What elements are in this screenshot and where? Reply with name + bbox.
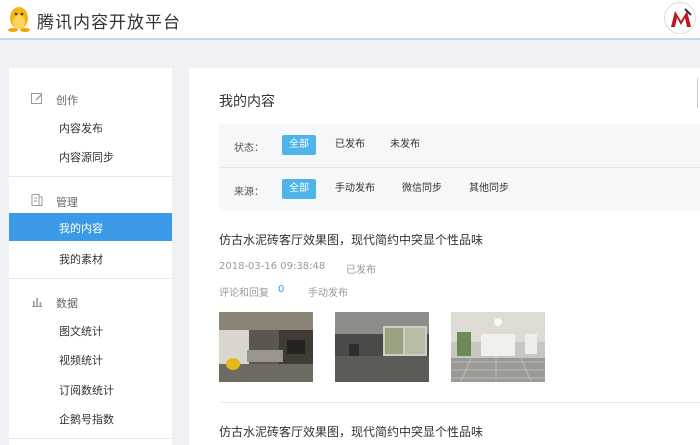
- sidebar-item-label: 订阅数统计: [59, 384, 114, 397]
- sidebar-item-content-sync[interactable]: 内容源同步: [9, 142, 172, 170]
- sidebar-item-label: 图文统计: [59, 325, 103, 338]
- bathroom-image: [451, 312, 545, 382]
- document-icon: [31, 194, 43, 206]
- sidebar-group-title: 创作: [56, 94, 78, 107]
- status-filter-label: 状态：: [234, 143, 264, 154]
- sidebar-item-my-materials[interactable]: 我的素材: [9, 244, 172, 272]
- source-filter-other[interactable]: 其他同步: [462, 179, 516, 199]
- sidebar-item-my-content[interactable]: 我的内容: [9, 213, 172, 241]
- sidebar-divider: [9, 278, 172, 279]
- top-header: 腾讯内容开放平台: [0, 0, 700, 40]
- living-room-image: [219, 312, 313, 382]
- sidebar-item-label: 内容发布: [59, 122, 103, 135]
- article-divider: [219, 402, 700, 403]
- filter-panel: 状态： 全部 已发布 未发布 来源： 全部 手动发布 微信同步 其他同步: [219, 124, 700, 211]
- source-filter-manual[interactable]: 手动发布: [328, 179, 382, 199]
- sidebar-group-title: 数据: [56, 297, 78, 310]
- article-time: 2018-03-16 09:38:48: [219, 261, 326, 272]
- article-title[interactable]: 仿古水泥砖客厅效果图，现代简约中突显个性品味: [219, 423, 483, 440]
- sidebar-item-label: 我的素材: [59, 253, 103, 266]
- source-filter-wechat[interactable]: 微信同步: [395, 179, 449, 199]
- penguin-logo-icon[interactable]: [8, 6, 30, 32]
- article-title[interactable]: 仿古水泥砖客厅效果图，现代简约中突显个性品味: [219, 231, 483, 248]
- sidebar-item-label: 我的内容: [59, 222, 103, 235]
- user-avatar[interactable]: [664, 2, 696, 34]
- status-filter-published[interactable]: 已发布: [328, 135, 372, 155]
- sidebar-group-create: 创作: [9, 88, 172, 108]
- sidebar-divider: [9, 438, 172, 439]
- article-thumbnail[interactable]: [335, 312, 429, 382]
- sidebar-divider: [9, 176, 172, 177]
- source-filter-label: 来源：: [234, 187, 264, 198]
- comments-count[interactable]: 0: [278, 284, 284, 295]
- sidebar-item-penguin-index[interactable]: 企鹅号指数: [9, 404, 172, 432]
- article-source: 手动发布: [308, 288, 348, 299]
- sidebar-item-label: 视频统计: [59, 354, 103, 367]
- sidebar-item-subscriber-stats[interactable]: 订阅数统计: [9, 375, 172, 403]
- sidebar: 创作 内容发布 内容源同步 管理 我的内容 我的素材 数据 图文统计 视频统计 …: [9, 68, 172, 445]
- article-item: 仿古水泥砖客厅效果图，现代简约中突显个性品味 2018-03-16 09:38:…: [219, 231, 700, 391]
- sidebar-item-label: 企鹅号指数: [59, 413, 114, 426]
- article-item: 仿古水泥砖客厅效果图，现代简约中突显个性品味: [219, 423, 700, 445]
- source-filter-row: 来源： 全部 手动发布 微信同步 其他同步: [219, 168, 700, 211]
- source-filter-all[interactable]: 全部: [282, 179, 316, 199]
- brand-title[interactable]: 腾讯内容开放平台: [37, 8, 181, 33]
- article-status: 已发布: [346, 265, 376, 276]
- status-filter-row: 状态： 全部 已发布 未发布: [219, 124, 700, 167]
- empty-room-image: [335, 312, 429, 382]
- comments-label: 评论和回复: [219, 288, 269, 299]
- article-thumbnail[interactable]: [219, 312, 313, 382]
- sidebar-item-content-publish[interactable]: 内容发布: [9, 113, 172, 141]
- article-thumbnail[interactable]: [451, 312, 545, 382]
- sidebar-item-video-stats[interactable]: 视频统计: [9, 345, 172, 373]
- avatar-logo-icon: [666, 4, 695, 33]
- sidebar-group-data: 数据: [9, 291, 172, 311]
- sidebar-group-title: 管理: [56, 196, 78, 209]
- sidebar-item-article-stats[interactable]: 图文统计: [9, 316, 172, 344]
- status-filter-all[interactable]: 全部: [282, 135, 316, 155]
- bar-chart-icon: [32, 298, 43, 307]
- sidebar-item-label: 内容源同步: [59, 151, 114, 164]
- status-filter-unpublished[interactable]: 未发布: [383, 135, 427, 155]
- sidebar-group-manage: 管理: [9, 190, 172, 210]
- page-title: 我的内容: [219, 94, 275, 110]
- edit-icon: [31, 93, 43, 104]
- main-panel: 我的内容 状态： 全部 已发布 未发布 来源： 全部 手动发布 微信同步 其他同…: [189, 68, 700, 445]
